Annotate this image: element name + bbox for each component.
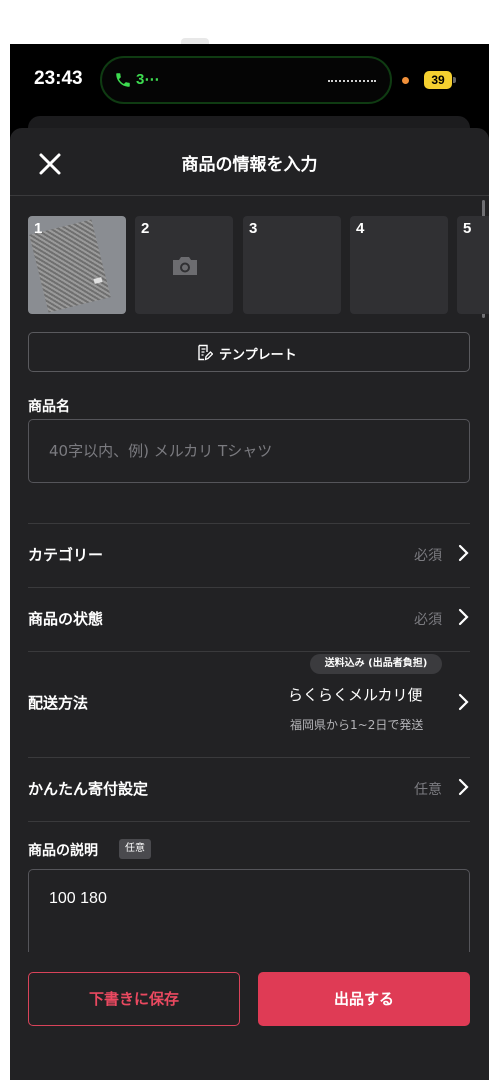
product-name-label: 商品名 [28, 399, 70, 415]
photo-slot-number: 5 [463, 220, 472, 237]
photo-slot-number: 3 [249, 220, 258, 237]
condition-value: 必須 [414, 612, 442, 628]
chevron-right-icon [458, 693, 469, 711]
photo-slot-4[interactable]: 4 [350, 216, 448, 314]
photo-slot-number: 4 [356, 220, 365, 237]
chevron-right-icon [458, 778, 469, 796]
phone-screen: 23:43 3⋯ 39 商品の情報を入力 1 2 3 4 5 テンプレート 商品… [10, 44, 489, 1080]
dynamic-island-call[interactable]: 3⋯ [100, 56, 392, 104]
status-bar: 23:43 3⋯ 39 [10, 44, 489, 124]
shipping-fee-badge: 送料込み (出品者負担) [310, 654, 442, 674]
donation-row[interactable]: かんたん寄付設定 任意 [28, 758, 470, 821]
chevron-right-icon [458, 544, 469, 562]
audio-waveform-icon [328, 80, 376, 83]
optional-tag: 任意 [119, 839, 151, 859]
template-edit-icon [198, 344, 213, 361]
status-time: 23:43 [34, 68, 83, 89]
category-row[interactable]: カテゴリー 必須 [28, 524, 470, 587]
category-value: 必須 [414, 548, 442, 564]
camera-icon [173, 257, 197, 275]
photo-slot-5[interactable]: 5 [457, 216, 489, 314]
product-name-input[interactable] [28, 419, 470, 483]
battery-level: 39 [431, 73, 445, 87]
condition-label: 商品の状態 [28, 610, 104, 628]
shipping-days-note: 福岡県から1~2日で発送 [290, 718, 424, 732]
divider [28, 821, 470, 822]
template-button[interactable]: テンプレート [28, 332, 470, 372]
save-draft-button[interactable]: 下書きに保存 [28, 972, 240, 1026]
category-label: カテゴリー [28, 546, 104, 564]
photo-slot-3[interactable]: 3 [243, 216, 341, 314]
shipping-label: 配送方法 [28, 694, 89, 712]
chevron-right-icon [458, 608, 469, 626]
sheet-header: 商品の情報を入力 [10, 128, 489, 196]
call-duration: 3⋯ [136, 71, 160, 88]
shipping-method-value: らくらくメルカリ便 [288, 686, 423, 704]
template-button-label: テンプレート [219, 348, 297, 363]
listing-sheet: 商品の情報を入力 1 2 3 4 5 テンプレート 商品名 40字以内、例) メ… [10, 128, 489, 1080]
description-text: 100 180 [49, 890, 107, 907]
battery-tip [453, 77, 456, 83]
photo-slot-number: 2 [141, 220, 150, 237]
photo-slot-2[interactable]: 2 [135, 216, 233, 314]
description-label: 商品の説明 [28, 843, 98, 859]
page-title: 商品の情報を入力 [181, 155, 318, 175]
donation-label: かんたん寄付設定 [28, 780, 149, 798]
photo-slot-number: 1 [34, 220, 43, 237]
photo-slot-1[interactable]: 1 [28, 216, 126, 314]
battery-icon: 39 [424, 71, 452, 89]
bottom-action-bar: 下書きに保存 出品する [10, 952, 489, 1080]
list-item-button[interactable]: 出品する [258, 972, 470, 1026]
condition-row[interactable]: 商品の状態 必須 [28, 588, 470, 651]
donation-value: 任意 [414, 782, 442, 798]
phone-icon [116, 73, 130, 87]
privacy-indicator-icon [402, 77, 409, 84]
